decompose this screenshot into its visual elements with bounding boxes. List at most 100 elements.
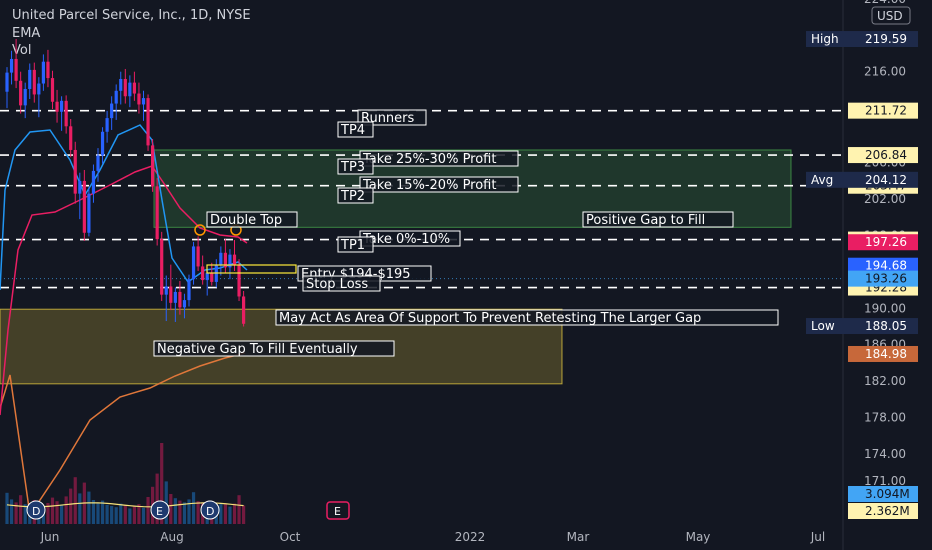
candle-body xyxy=(23,88,27,106)
candle-body xyxy=(191,246,196,280)
price-axis-label: 194.68 xyxy=(865,259,907,273)
candle-body xyxy=(60,100,64,112)
volume-bar xyxy=(119,503,123,524)
volume-bar xyxy=(55,501,59,524)
volume-bar xyxy=(110,506,114,524)
volume-bar xyxy=(242,505,246,524)
event-marker-letter[interactable]: E xyxy=(156,505,163,518)
x-tick-label: Aug xyxy=(160,530,183,544)
volume-bar xyxy=(137,504,141,524)
candle-body xyxy=(151,145,155,187)
price-chart[interactable]: RunnersTP4Take 25%-30% ProfitTP3Take 15%… xyxy=(0,0,932,550)
y-tick-label: 190.00 xyxy=(864,301,906,315)
candle-body xyxy=(141,98,146,105)
level-price-label: 211.72 xyxy=(865,104,907,118)
low-badge-caption: Low xyxy=(811,319,835,333)
negative-gap-label: Negative Gap To Fill Eventually xyxy=(157,342,358,357)
high-badge-caption: High xyxy=(811,32,839,46)
y-tick-label: 182.00 xyxy=(864,374,906,388)
candle-body xyxy=(9,58,14,73)
candle-body xyxy=(78,180,82,194)
candle-body xyxy=(169,286,173,303)
x-tick-label: Jul xyxy=(810,530,825,544)
volume-bar xyxy=(87,491,91,524)
candle-body xyxy=(182,300,187,308)
candle-body xyxy=(50,78,55,102)
take-0-10-label: Take 0%-10% xyxy=(362,232,450,247)
x-tick-label: May xyxy=(686,530,711,544)
candle-body xyxy=(55,101,59,112)
volume-bar xyxy=(237,495,241,524)
take-25-30-label: Take 25%-30% Profit xyxy=(362,152,496,167)
candle-body xyxy=(69,126,73,150)
volume-bar xyxy=(19,495,23,524)
candle-body xyxy=(128,82,132,97)
candle-body xyxy=(232,254,237,265)
volume-bar xyxy=(128,508,132,524)
event-marker-letter[interactable]: D xyxy=(32,505,40,518)
avg-badge-value: 204.12 xyxy=(865,173,907,187)
level-price-label: 206.84 xyxy=(865,148,907,162)
y-tick-label: 174.00 xyxy=(864,447,906,461)
volume-bar xyxy=(64,496,68,524)
candle-body xyxy=(87,193,91,233)
y-tick-label: 224.00 xyxy=(864,0,906,6)
volume-bar xyxy=(105,504,109,524)
volume-bar xyxy=(96,502,100,524)
volume-bar xyxy=(114,507,118,524)
volume-bar xyxy=(173,498,177,524)
volume-bar xyxy=(232,503,237,524)
candle-body xyxy=(187,279,191,301)
candle-body xyxy=(155,186,159,240)
x-tick-label: Oct xyxy=(280,530,301,544)
volume-bar xyxy=(23,504,27,524)
candle-body xyxy=(242,296,246,324)
high-badge-value: 219.59 xyxy=(865,32,907,46)
volume-bar xyxy=(69,488,73,524)
candle-body xyxy=(100,131,105,156)
volume-bar xyxy=(219,503,223,524)
candle-body xyxy=(210,272,214,282)
volume-value-label: 2.362M xyxy=(865,504,910,518)
candle-body xyxy=(132,82,136,94)
tp4-label: TP4 xyxy=(340,123,365,138)
candle-body xyxy=(164,286,168,295)
y-tick-label: 216.00 xyxy=(864,65,906,79)
volume-bar xyxy=(9,499,14,524)
volume-bar xyxy=(73,477,77,524)
x-tick-label: 2022 xyxy=(455,530,486,544)
event-marker-letter[interactable]: D xyxy=(206,505,214,518)
candle-body xyxy=(237,264,241,297)
candle-body xyxy=(146,98,150,146)
candle-body xyxy=(73,149,77,194)
candle-body xyxy=(160,239,164,295)
tp3-label: TP3 xyxy=(340,160,365,175)
candle-body xyxy=(91,170,96,194)
price-axis-label: 197.26 xyxy=(865,235,907,249)
volume-bar xyxy=(141,507,146,524)
candle-body xyxy=(205,272,209,281)
stop-loss-label: Stop Loss xyxy=(306,277,368,292)
volume-bar xyxy=(191,492,196,524)
volume-bar xyxy=(91,500,96,524)
currency-label[interactable]: USD xyxy=(877,9,903,23)
candle-body xyxy=(19,80,23,106)
volume-bar xyxy=(228,506,232,524)
price-axis-label: 184.98 xyxy=(865,347,907,361)
candle-body xyxy=(110,103,114,119)
candle-body xyxy=(64,100,68,127)
candle-body xyxy=(114,90,118,104)
double-top-label: Double Top xyxy=(210,213,282,228)
price-axis-label: 193.26 xyxy=(865,272,907,286)
volume-bar xyxy=(78,493,82,524)
volume-bar xyxy=(100,500,105,524)
low-badge-value: 188.05 xyxy=(865,319,907,333)
candle-body xyxy=(201,266,205,281)
candle-body xyxy=(32,69,36,95)
candle-body xyxy=(178,291,182,308)
candle-body xyxy=(196,246,200,267)
volume-value-label: 3.094M xyxy=(865,487,910,501)
event-marker-letter[interactable]: E xyxy=(334,505,341,518)
candle-body xyxy=(46,61,50,79)
candle-body xyxy=(28,69,32,89)
